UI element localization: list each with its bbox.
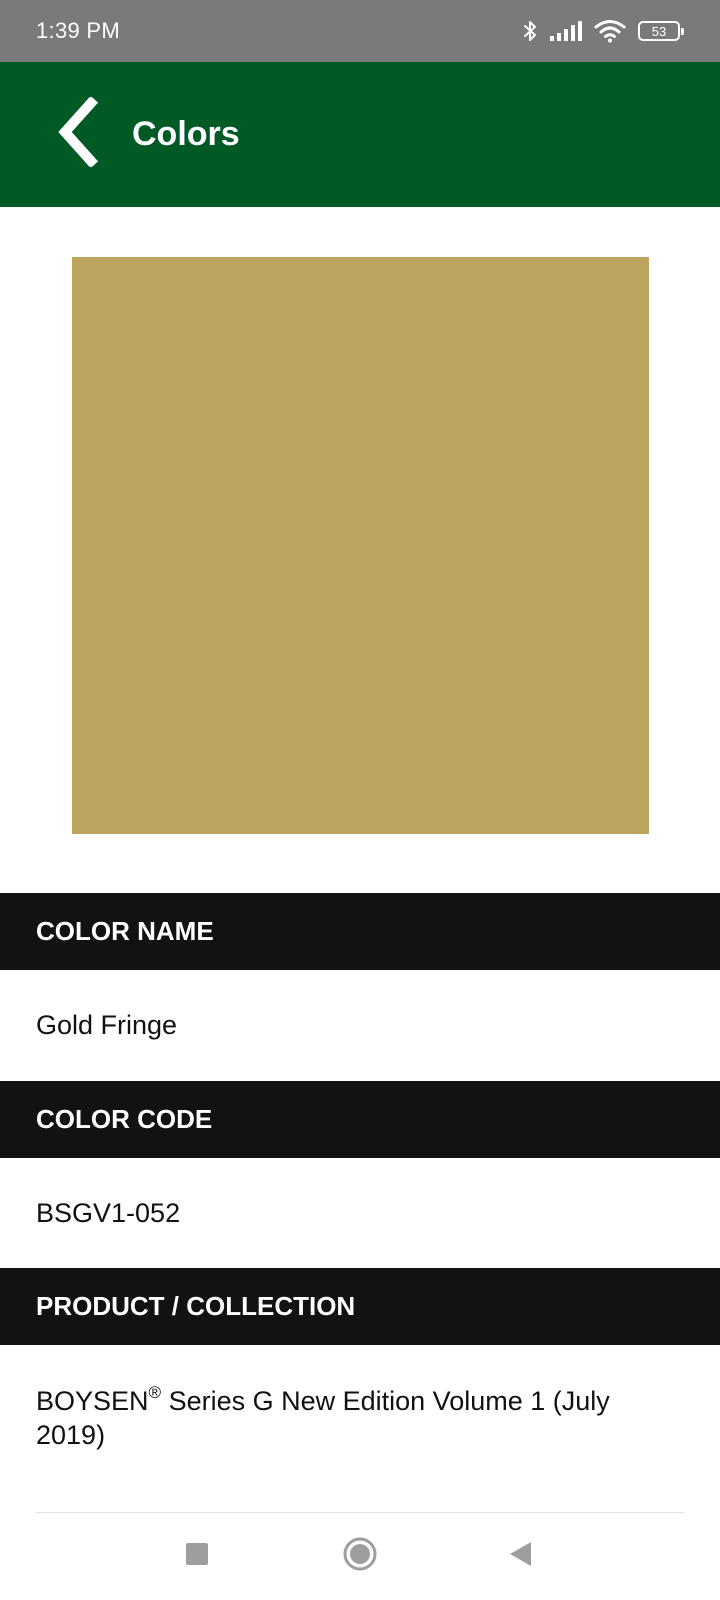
status-bar: 1:39 PM 53 [0, 0, 720, 62]
recents-icon [185, 1542, 209, 1571]
home-icon [342, 1536, 378, 1577]
product-collection-header: PRODUCT / COLLECTION [0, 1268, 720, 1345]
product-collection-value: BOYSEN® Series G New Edition Volume 1 (J… [36, 1384, 686, 1452]
home-button[interactable] [335, 1531, 385, 1581]
back-icon [507, 1540, 533, 1573]
battery-icon: 53 [638, 21, 684, 41]
battery-level: 53 [651, 23, 667, 39]
navigation-bar [0, 1513, 720, 1600]
status-time: 1:39 PM [36, 18, 121, 43]
status-icons: 53 [522, 19, 684, 43]
color-swatch [72, 257, 649, 834]
app-bar: Colors [0, 62, 720, 207]
back-nav-button[interactable] [495, 1531, 545, 1581]
page-title: Colors [132, 115, 240, 153]
chevron-left-icon [53, 95, 103, 172]
wifi-icon [594, 19, 626, 43]
color-code-value: BSGV1-052 [36, 1198, 181, 1228]
color-name-value: Gold Fringe [36, 1010, 178, 1040]
recents-button[interactable] [172, 1531, 222, 1581]
registered-mark: ® [148, 1383, 162, 1402]
signal-icon [550, 21, 582, 41]
bluetooth-icon [522, 19, 538, 43]
color-code-header: COLOR CODE [0, 1081, 720, 1158]
back-button[interactable] [28, 85, 128, 185]
color-name-header: COLOR NAME [0, 893, 720, 970]
product-brand: BOYSEN [36, 1386, 149, 1416]
